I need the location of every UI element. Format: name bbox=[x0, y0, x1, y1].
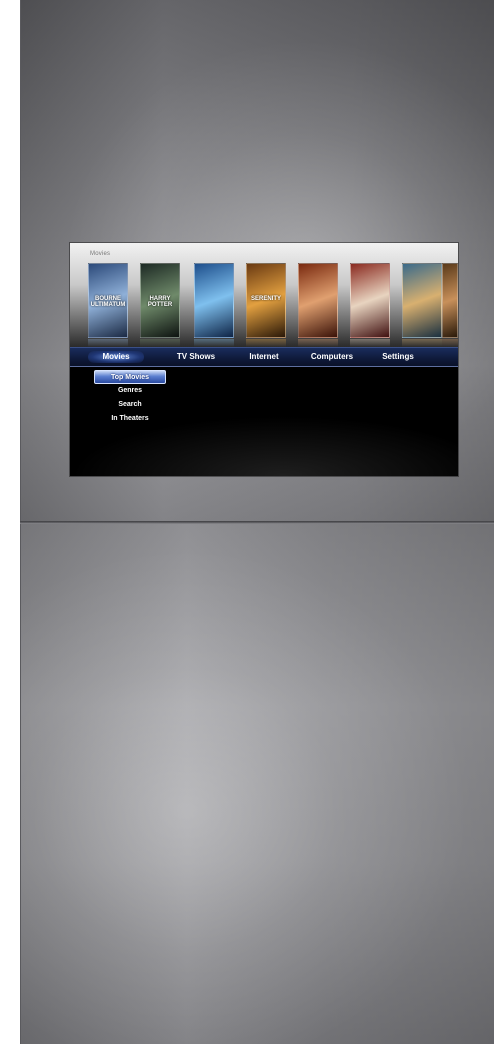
poster-serenity[interactable]: SERENITY bbox=[246, 263, 286, 338]
poster-bourne-ultimatum[interactable]: BOURNE ULTIMATUM bbox=[88, 263, 128, 338]
poster-300[interactable] bbox=[350, 263, 390, 338]
poster-action-film[interactable] bbox=[298, 263, 338, 338]
poster-title: SERENITY bbox=[250, 296, 281, 302]
lower-metal-panel bbox=[20, 524, 494, 1044]
poster-reflection bbox=[442, 339, 458, 347]
shelf-title: Movies bbox=[90, 251, 111, 257]
submenu-search[interactable]: Search bbox=[94, 398, 166, 412]
menu-internet[interactable]: Internet bbox=[242, 351, 286, 363]
poster-title: BOURNE ULTIMATUM bbox=[90, 296, 126, 308]
poster-harry-potter[interactable]: HARRY POTTER bbox=[140, 263, 180, 338]
menu-settings[interactable]: Settings bbox=[376, 351, 420, 363]
menu-movies[interactable]: Movies bbox=[88, 351, 144, 363]
poster-title: HARRY POTTER bbox=[147, 296, 173, 308]
poster-fantasy-film[interactable] bbox=[194, 263, 234, 338]
poster-reflection bbox=[88, 339, 128, 347]
poster-reflection bbox=[298, 339, 338, 347]
poster-reflection bbox=[402, 339, 442, 347]
device-page: Movies BOURNE ULTIMATUM HARRY POTTER SEREN… bbox=[0, 0, 494, 1044]
tv-screen: Movies BOURNE ULTIMATUM HARRY POTTER SEREN… bbox=[70, 243, 458, 476]
main-menu-bar: Movies TV Shows Internet Computers Setti… bbox=[70, 347, 458, 367]
menu-tv-shows[interactable]: TV Shows bbox=[168, 351, 224, 363]
poster-shelf: Movies BOURNE ULTIMATUM HARRY POTTER SEREN… bbox=[70, 243, 458, 347]
submenu-genres[interactable]: Genres bbox=[94, 384, 166, 398]
menu-computers[interactable]: Computers bbox=[304, 351, 360, 363]
poster-reflection bbox=[246, 339, 286, 347]
poster-reflection bbox=[350, 339, 390, 347]
poster-animated-film[interactable] bbox=[402, 263, 442, 338]
poster-partial[interactable] bbox=[442, 263, 458, 338]
poster-reflection bbox=[194, 339, 234, 347]
poster-reflection bbox=[140, 339, 180, 347]
screen-glare bbox=[70, 416, 458, 476]
submenu-top-movies[interactable]: Top Movies bbox=[94, 370, 166, 384]
